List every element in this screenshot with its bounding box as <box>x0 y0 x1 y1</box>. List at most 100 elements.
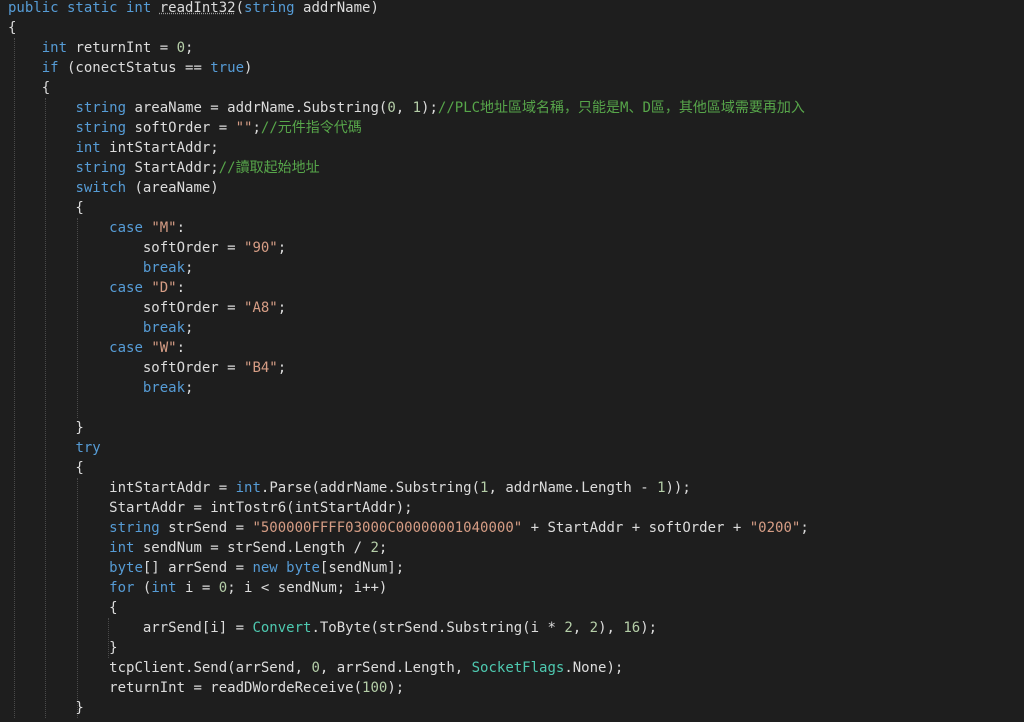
code-keyword: new byte <box>252 560 320 576</box>
code-token: { <box>8 460 84 476</box>
code-token: Convert <box>252 620 312 636</box>
code-line[interactable]: if (conectStatus == true) <box>8 58 253 78</box>
code-line[interactable]: string StartAddr;//讀取起始地址 <box>8 158 319 178</box>
code-token: StartAddr = intTostr6(intStartAddr); <box>109 500 413 516</box>
code-token: ; <box>185 320 194 336</box>
code-keyword: string <box>244 0 295 16</box>
code-line[interactable]: switch (areaName) <box>8 178 219 198</box>
code-line[interactable]: break; <box>8 258 194 278</box>
code-line[interactable]: softOrder = "B4"; <box>8 358 286 378</box>
code-keyword: case <box>109 340 143 356</box>
code-token: arrSend[i] = <box>142 620 253 636</box>
code-line[interactable]: for (int i = 0; i < sendNum; i++) <box>8 578 387 598</box>
code-token: intStartAddr; <box>100 140 219 156</box>
code-line[interactable]: softOrder = "A8"; <box>8 298 286 318</box>
code-keyword: string <box>109 520 160 536</box>
code-line[interactable]: { <box>8 198 83 218</box>
code-line[interactable]: } <box>8 638 117 658</box>
code-token: 2 <box>564 620 573 636</box>
code-token: ; <box>185 380 194 396</box>
code-line[interactable]: string areaName = addrName.Substring(0, … <box>8 98 804 118</box>
code-token: ); <box>421 100 438 116</box>
code-token: + StartAddr + softOrder + <box>522 520 750 536</box>
code-line[interactable]: } <box>8 418 83 438</box>
code-token: intStartAddr = <box>109 480 236 496</box>
code-line[interactable]: byte[] arrSend = new byte[sendNum]; <box>8 558 404 578</box>
code-line[interactable]: } <box>8 698 83 718</box>
code-string: "W" <box>151 340 177 356</box>
code-line[interactable]: { <box>8 458 84 478</box>
code-keyword: int <box>41 40 68 56</box>
code-token: , <box>488 480 506 496</box>
code-line[interactable]: { <box>8 18 16 38</box>
code-line[interactable]: intStartAddr = int.Parse(addrName.Substr… <box>8 478 691 498</box>
code-line[interactable]: arrSend[i] = Convert.ToByte(strSend.Subs… <box>8 618 657 638</box>
code-line[interactable]: { <box>8 598 117 618</box>
code-keyword: case <box>109 280 143 296</box>
code-line[interactable]: break; <box>8 318 194 338</box>
code-line[interactable]: string softOrder = "";//元件指令代碼 <box>8 118 361 138</box>
code-token: 1 <box>412 100 422 116</box>
code-line[interactable]: int returnInt = 0; <box>8 38 194 58</box>
code-line[interactable]: case "W": <box>8 338 185 358</box>
code-line[interactable]: { <box>8 78 50 98</box>
code-token: ( <box>235 0 245 16</box>
code-token: ; <box>185 260 194 276</box>
code-line[interactable]: StartAddr = intTostr6(intStartAddr); <box>8 498 413 518</box>
code-token: softOrder = <box>142 300 245 316</box>
code-token: ; <box>252 120 261 136</box>
code-line[interactable]: case "D": <box>8 278 185 298</box>
code-token: , <box>395 100 413 116</box>
code-token: ); <box>387 680 405 696</box>
code-line[interactable]: softOrder = "90"; <box>8 238 286 258</box>
code-token: )); <box>665 480 691 496</box>
code-line[interactable]: case "M": <box>8 218 185 238</box>
code-token: 1 <box>657 480 666 496</box>
code-line[interactable]: int sendNum = strSend.Length / 2; <box>8 538 387 558</box>
code-keyword: int <box>75 140 101 156</box>
code-token: 100 <box>362 680 388 696</box>
code-line[interactable]: int intStartAddr; <box>8 138 219 158</box>
code-line[interactable]: tcpClient.Send(arrSend, 0, arrSend.Lengt… <box>8 658 623 678</box>
code-token: i = <box>176 580 219 596</box>
code-token: ; <box>800 520 809 536</box>
code-keyword: public static int <box>8 0 160 16</box>
code-token: StartAddr; <box>126 160 219 176</box>
code-token: ; <box>378 540 388 556</box>
code-token: : <box>176 220 186 236</box>
code-editor[interactable]: public static int readInt32(string addrN… <box>0 0 1024 722</box>
code-line[interactable]: returnInt = readDWordeReceive(100); <box>8 678 404 698</box>
code-token: ; <box>185 40 194 56</box>
code-token: { <box>8 20 17 36</box>
code-token: , arrSend.Length, <box>319 660 472 676</box>
code-line[interactable]: string strSend = "500000FFFF03000C000000… <box>8 518 809 538</box>
code-line[interactable]: break; <box>8 378 194 398</box>
code-token: ; <box>277 240 287 256</box>
code-token: ) <box>244 60 253 76</box>
code-token: SocketFlags <box>471 660 565 676</box>
code-line[interactable]: public static int readInt32(string addrN… <box>8 0 379 18</box>
code-token: ( <box>134 580 152 596</box>
code-token: .None); <box>564 660 624 676</box>
code-keyword: try <box>75 440 101 456</box>
code-token: addrName.Length - <box>505 480 658 496</box>
code-token: softOrder = <box>142 240 245 256</box>
code-string: "B4" <box>244 360 278 376</box>
code-token: 2 <box>370 540 379 556</box>
code-line[interactable]: try <box>8 438 101 458</box>
code-token: 0 <box>387 100 396 116</box>
code-token: (areaName) <box>126 180 219 196</box>
code-string: "" <box>235 120 253 136</box>
